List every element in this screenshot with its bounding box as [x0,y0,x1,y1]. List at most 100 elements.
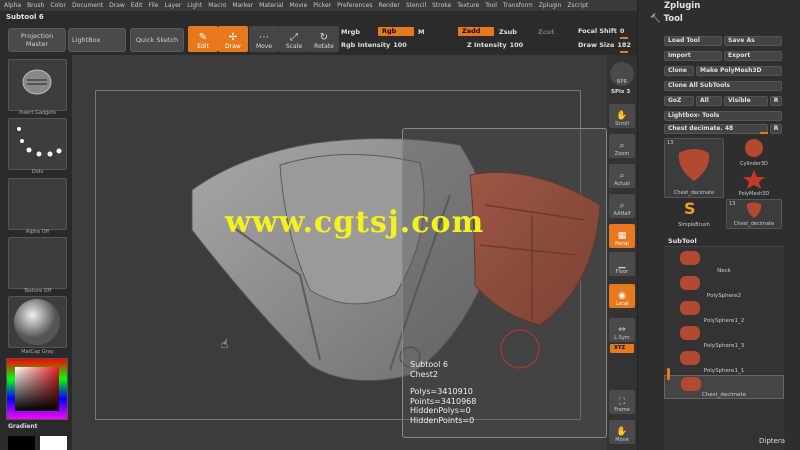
floor-button[interactable]: ▁ Floor [609,252,635,276]
rgb-intensity-slider[interactable]: Rgb Intensity 100 [341,41,407,49]
rotate-label: Rotate [314,43,334,50]
make-polymesh-button[interactable]: Make PolyMesh3D [696,66,782,76]
tool-thumb-chest[interactable]: 13 Chest_decimate [664,138,724,198]
subtool-row[interactable]: PolySphere1_2 [664,300,784,324]
secondary-color-swatch[interactable] [8,436,35,450]
stroke-thumbnail[interactable] [8,118,67,170]
menu-item-light[interactable]: Light [187,2,202,9]
menu-item-render[interactable]: Render [378,2,399,9]
spix-slider[interactable]: SPix 3 [611,89,630,95]
menu-item-material[interactable]: Material [259,2,283,9]
move-view-button[interactable]: ✋ Move [609,420,635,444]
menu-item-layer[interactable]: Layer [165,2,182,9]
color-picker[interactable] [6,358,68,420]
subtool-row[interactable]: Chest_decimate [664,375,784,399]
current-tool-slider[interactable]: Chest decimate. 48 [664,124,768,134]
menu-item-zscript[interactable]: Zscript [567,2,588,9]
texture-thumbnail[interactable] [8,237,67,289]
zadd-toggle[interactable]: Zadd [458,27,494,36]
export-button[interactable]: Export [724,51,782,61]
tool-thumb-polymesh[interactable]: PolyMesh3D [726,168,782,198]
move-button[interactable]: ⋯ Move [249,26,279,52]
m-toggle[interactable]: M [418,28,424,36]
lsym-button[interactable]: ⇔ L.Sym [609,318,635,342]
tool-header-label: Tool [663,14,683,24]
subtool-row[interactable]: Neck [664,250,784,274]
xyz-button[interactable]: XYZ [610,344,634,353]
menu-item-document[interactable]: Document [72,2,103,9]
goz-r-button[interactable]: R [770,96,782,106]
import-button[interactable]: Import [664,51,722,61]
goz-button[interactable]: GoZ [664,96,694,106]
goz-visible-button[interactable]: Visible [724,96,768,106]
menu-item-stroke[interactable]: Stroke [432,2,451,9]
zcut-toggle[interactable]: Zcut [538,28,554,36]
menu-item-brush[interactable]: Brush [27,2,44,9]
draw-button[interactable]: ✢ Draw [218,26,248,52]
clone-all-subtools-button[interactable]: Clone All SubTools [664,81,782,91]
scale-button[interactable]: ⤢ Scale [279,26,309,52]
subtool-row[interactable]: PolySphere1_1 [664,350,784,374]
subtool-row[interactable]: PolySphere2 [664,275,784,299]
menu-item-transform[interactable]: Transform [503,2,533,9]
lightbox-button[interactable]: LightBox [68,28,126,52]
bpr-button[interactable]: BPR [610,62,634,86]
zsub-toggle[interactable]: Zsub [499,28,517,36]
subtool-row[interactable]: PolySphere1_3 [664,325,784,349]
tool-header[interactable]: 🔨 Tool [650,14,683,24]
menu-item-tool[interactable]: Tool [485,2,497,9]
menu-item-color[interactable]: Color [50,2,66,9]
clone-button[interactable]: Clone [664,66,694,76]
lightbox-tools-button[interactable]: Lightbox› Tools [664,111,782,121]
draw-size-slider[interactable]: Draw Size 182 [578,41,631,49]
floor-icon: ▁ [618,259,626,269]
load-tool-button[interactable]: Load Tool [664,36,722,46]
menu-item-movie[interactable]: Movie [290,2,308,9]
menu-item-draw[interactable]: Draw [109,2,125,9]
menu-item-alpha[interactable]: Alpha [4,2,21,9]
aahalf-button[interactable]: ⌕ AAHalf [609,194,635,218]
subtool-scrollbar[interactable] [667,368,670,380]
mrgb-toggle[interactable]: Mrgb [341,28,360,36]
menu-item-marker[interactable]: Marker [232,2,253,9]
hand-icon: ✋ [616,111,628,121]
menu-item-macro[interactable]: Macro [208,2,226,9]
material-thumbnail[interactable] [8,296,67,348]
frame-button[interactable]: ⛶ Frame [609,390,635,414]
main-color-swatch[interactable] [40,436,67,450]
menu-item-picker[interactable]: Picker [313,2,331,9]
tool-thumb-chest-2[interactable]: 13 Chest_decimate [726,199,782,229]
edit-button[interactable]: ✎ Edit [188,26,218,52]
rgb-toggle[interactable]: Rgb [378,27,414,36]
subtool-name: PolySphere1_2 [703,318,745,324]
subtool-name: PolySphere1_1 [703,368,745,374]
goz-all-button[interactable]: All [696,96,722,106]
save-as-button[interactable]: Save As [724,36,782,46]
subtool-header[interactable]: SubTool [668,237,697,245]
local-button[interactable]: ◉ Local [609,284,635,308]
rotate-button[interactable]: ↻ Rotate [309,26,339,52]
menu-item-preferences[interactable]: Preferences [337,2,372,9]
quick-sketch-button[interactable]: Quick Sketch [130,28,184,52]
focal-shift-slider[interactable]: Focal Shift 0 [578,27,624,35]
tool-r-button[interactable]: R [770,124,782,134]
info-points: Points=3410968 [410,396,477,406]
zplugin-header[interactable]: Zplugin [664,1,700,11]
menu-item-edit[interactable]: Edit [131,2,143,9]
persp-button[interactable]: ▦ Persp [609,224,635,248]
brush-thumbnail[interactable] [8,59,67,111]
scroll-button[interactable]: ✋ Scroll [609,104,635,128]
menu-item-texture[interactable]: Texture [457,2,479,9]
frame-icon: ⛶ [618,397,626,407]
alpha-thumbnail[interactable] [8,178,67,230]
tool-thumb-simplebrush[interactable]: S SimpleBrush [664,199,724,229]
menu-item-zplugin[interactable]: Zplugin [539,2,562,9]
half-size-icon: ⌕ [619,201,625,211]
z-intensity-slider[interactable]: Z Intensity 100 [467,41,523,49]
menu-item-stencil[interactable]: Stencil [406,2,426,9]
projection-master-button[interactable]: Projection Master [8,28,66,52]
actual-button[interactable]: ⌕ Actual [609,164,635,188]
menu-item-file[interactable]: File [148,2,158,9]
tool-thumb-cylinder[interactable]: Cylinder3D [726,138,782,168]
zoom-button[interactable]: ⌕ Zoom [609,134,635,158]
